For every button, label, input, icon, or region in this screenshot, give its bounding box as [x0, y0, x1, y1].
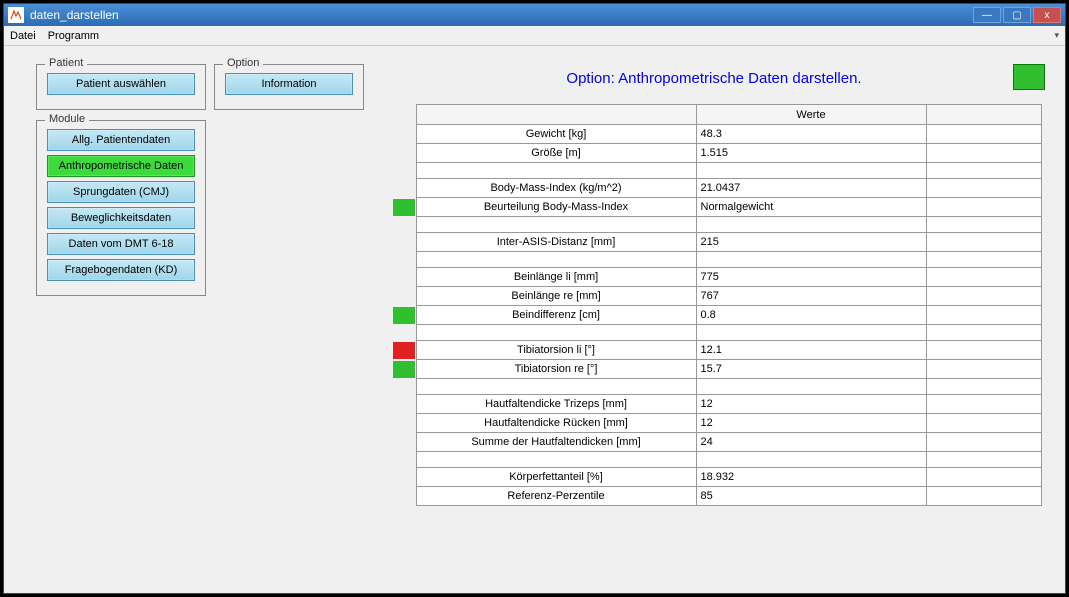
menubar: Datei Programm ▾ [4, 26, 1065, 46]
row-value: 767 [696, 287, 926, 306]
row-flag [392, 360, 416, 379]
menu-datei[interactable]: Datei [10, 30, 36, 42]
row-flag [392, 144, 416, 163]
module-button-4[interactable]: Daten vom DMT 6-18 [47, 233, 195, 255]
row-label: Beinlänge re [mm] [416, 287, 696, 306]
green-flag-icon [393, 199, 415, 216]
module-button-3[interactable]: Beweglichkeitsdaten [47, 207, 195, 229]
row-flag [392, 179, 416, 198]
table-row: Hautfaltendicke Trizeps [mm]12 [392, 395, 1042, 414]
window-title: daten_darstellen [30, 8, 973, 22]
row-label: Body-Mass-Index (kg/m^2) [416, 179, 696, 198]
table-row: Beurteilung Body-Mass-IndexNormalgewicht [392, 198, 1042, 217]
row-value: 85 [696, 487, 926, 506]
row-label: Hautfaltendicke Rücken [mm] [416, 414, 696, 433]
information-button[interactable]: Information [225, 73, 353, 95]
option-legend: Option [223, 57, 263, 69]
green-flag-icon [393, 307, 415, 324]
row-value: 0.8 [696, 306, 926, 325]
titlebar[interactable]: daten_darstellen — ▢ x [4, 4, 1065, 26]
row-value: 24 [696, 433, 926, 452]
row-label: Summe der Hautfaltendicken [mm] [416, 433, 696, 452]
client-area: Patient Patient auswählen Module Allg. P… [4, 46, 1065, 593]
row-label: Körperfettanteil [%] [416, 468, 696, 487]
green-flag-icon [393, 361, 415, 378]
module-button-1[interactable]: Anthropometrische Daten [47, 155, 195, 177]
row-flag [392, 268, 416, 287]
row-flag [392, 341, 416, 360]
menu-programm[interactable]: Programm [48, 30, 99, 42]
app-window: daten_darstellen — ▢ x Datei Programm ▾ … [3, 3, 1066, 594]
row-label: Beurteilung Body-Mass-Index [416, 198, 696, 217]
row-value: 21.0437 [696, 179, 926, 198]
select-patient-button[interactable]: Patient auswählen [47, 73, 195, 95]
table-row: Körperfettanteil [%]18.932 [392, 468, 1042, 487]
table-row: Beindifferenz [cm]0.8 [392, 306, 1042, 325]
table-header-pad [926, 105, 1042, 125]
maximize-button[interactable]: ▢ [1003, 7, 1031, 23]
module-button-5[interactable]: Fragebogendaten (KD) [47, 259, 195, 281]
row-label: Hautfaltendicke Trizeps [mm] [416, 395, 696, 414]
table-row: Größe [m]1.515 [392, 144, 1042, 163]
app-icon [8, 7, 24, 23]
row-value: 775 [696, 268, 926, 287]
row-flag [392, 487, 416, 506]
row-value: 48.3 [696, 125, 926, 144]
table-header-values: Werte [696, 105, 926, 125]
table-row: Summe der Hautfaltendicken [mm]24 [392, 433, 1042, 452]
data-table-container: Werte Gewicht [kg]48.3Größe [m]1.515Body… [392, 104, 1042, 506]
row-flag [392, 198, 416, 217]
module-button-0[interactable]: Allg. Patientendaten [47, 129, 195, 151]
table-row: Beinlänge li [mm]775 [392, 268, 1042, 287]
table-row: Hautfaltendicke Rücken [mm]12 [392, 414, 1042, 433]
table-row: Body-Mass-Index (kg/m^2)21.0437 [392, 179, 1042, 198]
row-flag [392, 233, 416, 252]
row-value: 18.932 [696, 468, 926, 487]
minimize-button[interactable]: — [973, 7, 1001, 23]
menubar-overflow-icon[interactable]: ▾ [1054, 30, 1059, 41]
table-row: Referenz-Perzentile85 [392, 487, 1042, 506]
table-row: Gewicht [kg]48.3 [392, 125, 1042, 144]
row-flag [392, 468, 416, 487]
row-label: Referenz-Perzentile [416, 487, 696, 506]
data-table: Werte Gewicht [kg]48.3Größe [m]1.515Body… [392, 104, 1042, 506]
patient-fieldset: Patient Patient auswählen [36, 64, 206, 110]
row-label: Beindifferenz [cm] [416, 306, 696, 325]
row-label: Tibiatorsion re [°] [416, 360, 696, 379]
page-header: Option: Anthropometrische Daten darstell… [434, 70, 994, 87]
table-row: Tibiatorsion li [°]12.1 [392, 341, 1042, 360]
module-button-2[interactable]: Sprungdaten (CMJ) [47, 181, 195, 203]
row-flag [392, 433, 416, 452]
row-flag [392, 287, 416, 306]
row-value: 15.7 [696, 360, 926, 379]
table-header-label [416, 105, 696, 125]
close-button[interactable]: x [1033, 7, 1061, 23]
row-value: 12.1 [696, 341, 926, 360]
row-value: 215 [696, 233, 926, 252]
row-label: Inter-ASIS-Distanz [mm] [416, 233, 696, 252]
row-value: 12 [696, 395, 926, 414]
row-value: 12 [696, 414, 926, 433]
table-row: Inter-ASIS-Distanz [mm]215 [392, 233, 1042, 252]
row-flag [392, 125, 416, 144]
status-indicator [1013, 64, 1045, 90]
row-label: Gewicht [kg] [416, 125, 696, 144]
row-flag [392, 306, 416, 325]
row-label: Größe [m] [416, 144, 696, 163]
row-value: Normalgewicht [696, 198, 926, 217]
table-row: Tibiatorsion re [°]15.7 [392, 360, 1042, 379]
row-label: Beinlänge li [mm] [416, 268, 696, 287]
row-flag [392, 414, 416, 433]
option-fieldset: Option Information [214, 64, 364, 110]
patient-legend: Patient [45, 57, 87, 69]
module-legend: Module [45, 113, 89, 125]
red-flag-icon [393, 342, 415, 359]
row-label: Tibiatorsion li [°] [416, 341, 696, 360]
row-value: 1.515 [696, 144, 926, 163]
module-fieldset: Module Allg. PatientendatenAnthropometri… [36, 120, 206, 296]
table-row: Beinlänge re [mm]767 [392, 287, 1042, 306]
row-flag [392, 395, 416, 414]
